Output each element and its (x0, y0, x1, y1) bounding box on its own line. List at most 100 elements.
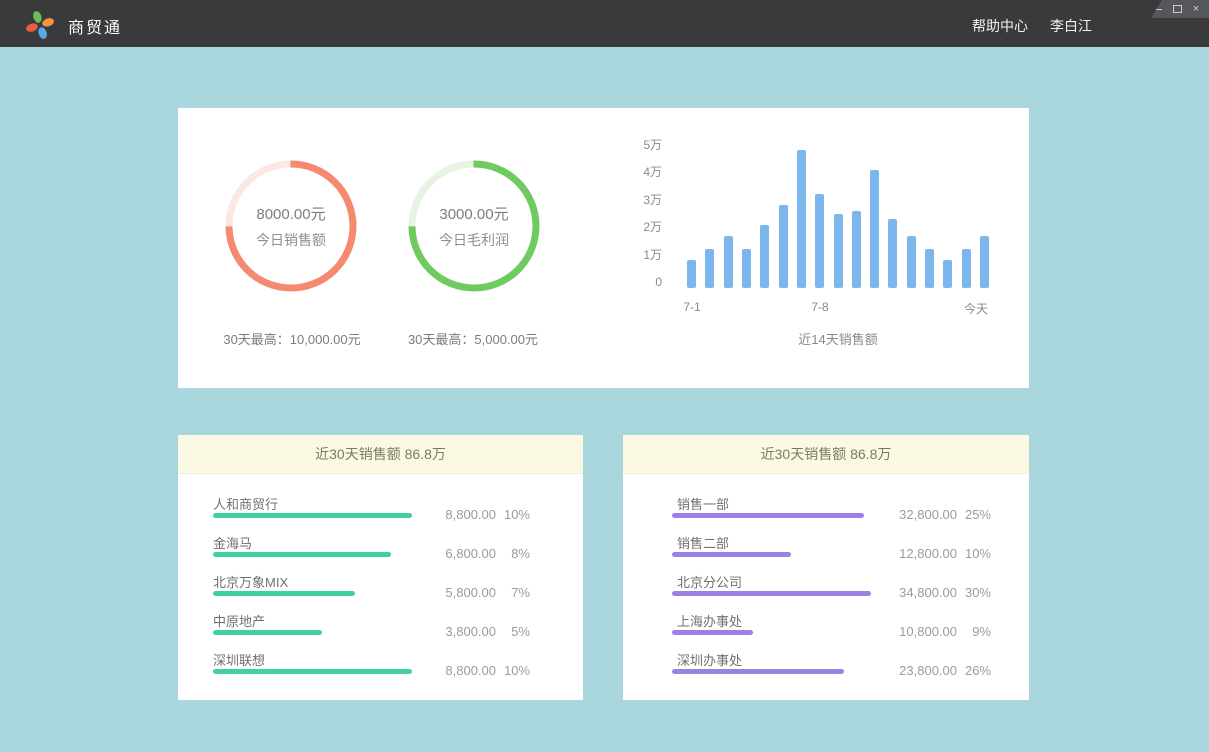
x-axis-label-start: 7-1 (678, 300, 706, 314)
donut-center-text: 3000.00元 今日毛利润 (408, 160, 540, 292)
item-bar (213, 630, 322, 635)
list-item: 上海办事处 10,800.00 9% (672, 601, 991, 640)
list-item: 销售一部 32,800.00 25% (672, 484, 991, 523)
today-profit-label: 今日毛利润 (439, 230, 509, 250)
today-profit-value: 3000.00元 (439, 203, 508, 224)
window-controls: × (1151, 0, 1209, 18)
bar (888, 219, 897, 288)
help-center-link[interactable]: 帮助中心 (972, 16, 1028, 36)
item-amount: 34,800.00 (899, 585, 957, 600)
minimize-button[interactable] (1153, 4, 1163, 14)
app-window: 商贸通 帮助中心 李白江 × 8000.00元 今日销售额 30天最高：10,0… (0, 0, 1209, 752)
bar (724, 236, 733, 288)
bar (705, 249, 714, 288)
bar (852, 211, 861, 288)
item-name: 中原地产 (213, 611, 265, 630)
item-bar (672, 669, 844, 674)
item-percent: 26% (957, 663, 991, 678)
y-axis-tick: 2万 (572, 219, 662, 235)
x-axis-label-today: 今天 (960, 300, 988, 317)
list-item: 深圳办事处 23,800.00 26% (672, 640, 991, 679)
item-value: 34,800.00 30% (899, 585, 991, 600)
item-name: 人和商贸行 (213, 494, 278, 513)
item-amount: 23,800.00 (899, 663, 957, 678)
bar (925, 249, 934, 288)
department-card-title: 近30天销售额 86.8万 (623, 435, 1029, 474)
item-value: 5,800.00 7% (445, 585, 530, 600)
close-button[interactable]: × (1191, 4, 1201, 14)
item-percent: 5% (496, 624, 530, 639)
item-bar (672, 591, 871, 596)
customer-rank-list: 人和商贸行 8,800.00 10% 金海马 6,800.00 8% 北京万象M… (213, 474, 530, 679)
item-percent: 10% (496, 507, 530, 522)
item-name: 深圳联想 (213, 650, 265, 669)
item-value: 12,800.00 10% (899, 546, 991, 561)
bar (797, 150, 806, 288)
list-item: 深圳联想 8,800.00 10% (213, 640, 530, 679)
item-percent: 30% (957, 585, 991, 600)
item-bar (213, 591, 355, 596)
y-axis-tick: 1万 (572, 247, 662, 263)
today-sales-label: 今日销售额 (256, 230, 326, 250)
item-amount: 32,800.00 (899, 507, 957, 522)
item-value: 3,800.00 5% (445, 624, 530, 639)
close-icon: × (1193, 4, 1199, 14)
item-bar (672, 513, 864, 518)
donut-center-text: 8000.00元 今日销售额 (225, 160, 357, 292)
item-value: 32,800.00 25% (899, 507, 991, 522)
item-value: 10,800.00 9% (899, 624, 991, 639)
item-name: 北京万象MIX (213, 572, 288, 591)
list-item: 中原地产 3,800.00 5% (213, 601, 530, 640)
bar (962, 249, 971, 288)
item-percent: 9% (957, 624, 991, 639)
item-percent: 7% (496, 585, 530, 600)
customer-sales-card: 近30天销售额 86.8万 人和商贸行 8,800.00 10% 金海马 6,8… (178, 435, 583, 700)
item-amount: 3,800.00 (445, 624, 496, 639)
bar (815, 194, 824, 288)
bar (687, 260, 696, 288)
bar (907, 236, 916, 288)
bar (779, 205, 788, 288)
item-name: 销售一部 (677, 494, 729, 513)
item-bar (213, 513, 412, 518)
item-bar (213, 552, 391, 557)
y-axis-tick: 0 (572, 274, 662, 290)
username-menu[interactable]: 李白江 (1050, 16, 1092, 36)
item-name: 北京分公司 (677, 572, 742, 591)
maximize-button[interactable] (1172, 4, 1182, 14)
item-value: 23,800.00 26% (899, 663, 991, 678)
item-amount: 6,800.00 (445, 546, 496, 561)
item-bar (672, 552, 791, 557)
titlebar: 商贸通 帮助中心 李白江 × (0, 0, 1209, 47)
item-amount: 10,800.00 (899, 624, 957, 639)
today-profit-donut: 3000.00元 今日毛利润 (408, 160, 540, 292)
bar (760, 225, 769, 288)
item-bar (672, 630, 753, 635)
item-amount: 8,800.00 (445, 663, 496, 678)
list-item: 金海马 6,800.00 8% (213, 523, 530, 562)
titlebar-menu: 帮助中心 李白江 (972, 16, 1092, 36)
bar-chart-y-axis: 01万2万3万4万5万 (572, 108, 662, 308)
app-title: 商贸通 (68, 14, 122, 38)
list-item: 北京分公司 34,800.00 30% (672, 562, 991, 601)
maximize-icon (1173, 5, 1182, 13)
bar (870, 170, 879, 288)
bar-chart-caption: 近14天销售额 (738, 329, 938, 348)
item-name: 金海马 (213, 533, 252, 552)
y-axis-tick: 4万 (572, 164, 662, 180)
item-amount: 8,800.00 (445, 507, 496, 522)
item-percent: 10% (957, 546, 991, 561)
item-value: 8,800.00 10% (445, 507, 530, 522)
list-item: 北京万象MIX 5,800.00 7% (213, 562, 530, 601)
list-item: 人和商贸行 8,800.00 10% (213, 484, 530, 523)
item-name: 深圳办事处 (677, 650, 742, 669)
today-sales-donut: 8000.00元 今日销售额 (225, 160, 357, 292)
customer-card-title: 近30天销售额 86.8万 (178, 435, 583, 474)
today-summary-card: 8000.00元 今日销售额 30天最高：10,000.00元 3000.00元… (178, 108, 1029, 388)
item-amount: 12,800.00 (899, 546, 957, 561)
app-logo-pinwheel-icon (24, 8, 56, 40)
item-percent: 10% (496, 663, 530, 678)
list-item: 销售二部 12,800.00 10% (672, 523, 991, 562)
item-percent: 8% (496, 546, 530, 561)
item-percent: 25% (957, 507, 991, 522)
